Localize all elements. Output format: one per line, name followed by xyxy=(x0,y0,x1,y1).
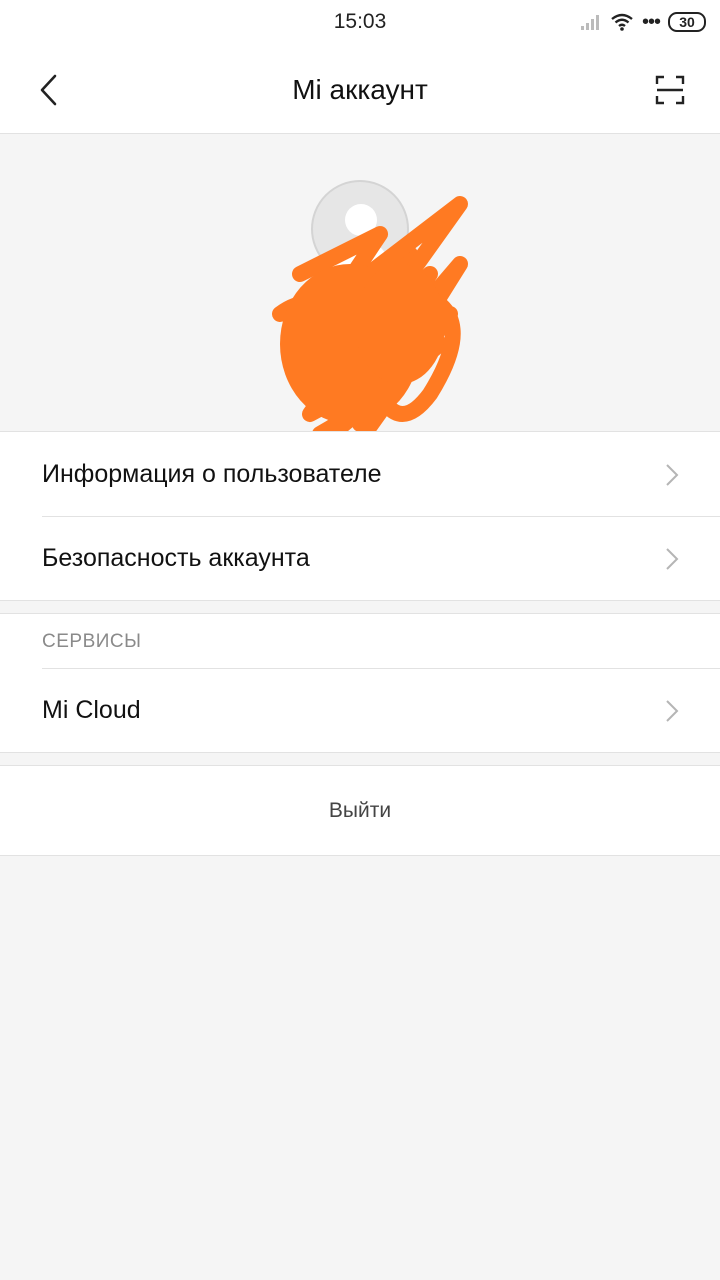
mi-cloud-item[interactable]: Mi Cloud xyxy=(0,668,720,752)
chevron-right-icon xyxy=(666,464,679,486)
title-bar: Mi аккаунт xyxy=(0,44,720,134)
services-section-header: СЕРВИСЫ xyxy=(0,614,720,668)
chevron-right-icon xyxy=(666,548,679,570)
signal-icon xyxy=(580,15,599,30)
account-security-label: Безопасность аккаунта xyxy=(42,544,310,572)
page-title: Mi аккаунт xyxy=(292,74,428,105)
services-group: СЕРВИСЫ Mi Cloud xyxy=(0,613,720,753)
status-bar: 15:03 ••• 30 xyxy=(0,0,720,44)
status-icons: ••• 30 xyxy=(580,9,706,35)
logout-button[interactable]: Выйти xyxy=(0,765,720,856)
services-header-label: СЕРВИСЫ xyxy=(42,631,142,652)
mi-cloud-label: Mi Cloud xyxy=(42,696,141,724)
account-security-item[interactable]: Безопасность аккаунта xyxy=(0,516,720,600)
user-info-item[interactable]: Информация о пользователе xyxy=(0,432,720,516)
scan-button[interactable] xyxy=(650,70,690,110)
profile-area xyxy=(0,134,720,462)
scan-icon xyxy=(655,75,685,105)
battery-icon: 30 xyxy=(668,12,706,32)
more-dots-icon: ••• xyxy=(641,11,661,33)
wifi-icon xyxy=(611,13,633,31)
chevron-right-icon xyxy=(666,700,679,722)
user-info-label: Информация о пользователе xyxy=(42,460,382,488)
logout-label: Выйти xyxy=(328,799,392,822)
account-group: Информация о пользователе Безопасность а… xyxy=(0,431,720,601)
